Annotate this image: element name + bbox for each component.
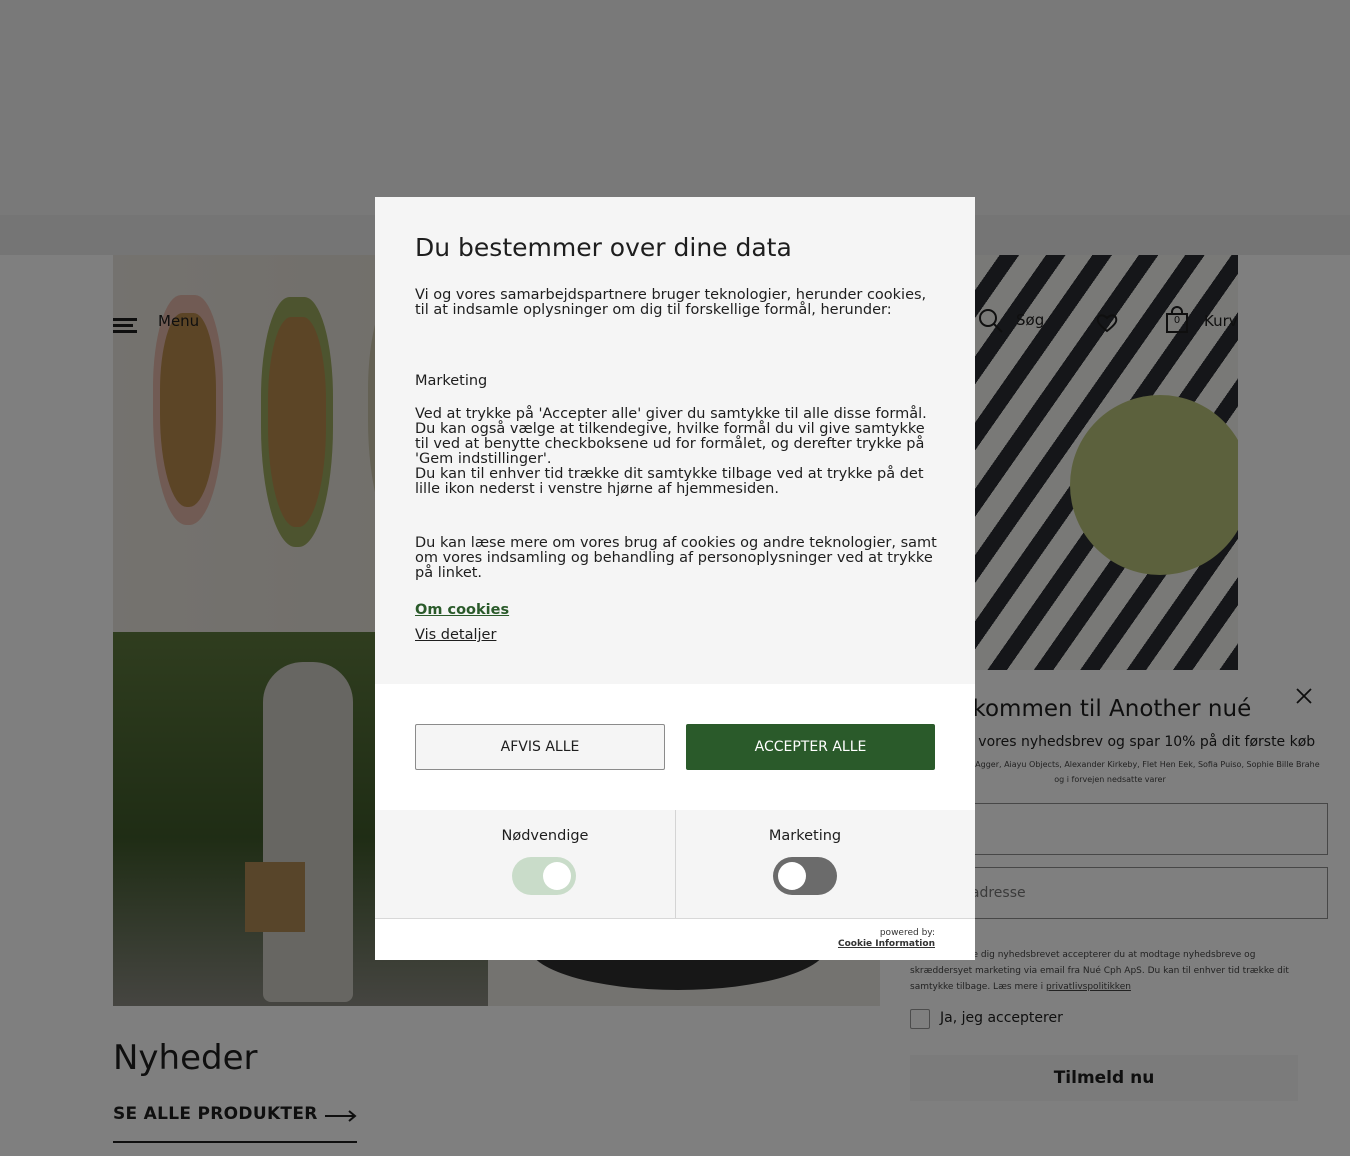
category-necessary: Nødvendige — [395, 810, 695, 918]
cookie-information-link[interactable]: Cookie Information — [838, 939, 935, 950]
category-marketing-label: Marketing — [768, 828, 842, 844]
powered-by: powered by: Cookie Information — [838, 928, 935, 950]
accept-all-button[interactable]: ACCEPTER ALLE — [686, 724, 935, 770]
cookie-footer: powered by: Cookie Information — [375, 918, 975, 960]
decline-all-button[interactable]: AFVIS ALLE — [415, 724, 665, 770]
category-necessary-label: Nødvendige — [501, 828, 589, 844]
about-cookies-link[interactable]: Om cookies — [415, 602, 509, 618]
category-marketing: Marketing — [655, 810, 955, 918]
cookie-intro: Vi og vores samarbejdspartnere bruger te… — [415, 287, 927, 318]
cookie-body-1: Ved at trykke på 'Accepter alle' giver d… — [415, 406, 927, 467]
cookie-body-2: Du kan til enhver tid trække dit samtykk… — [415, 466, 924, 497]
toggle-knob — [778, 862, 806, 890]
necessary-toggle — [512, 857, 576, 895]
show-details-link[interactable]: Vis detaljer — [415, 627, 496, 643]
cookie-body-3: Du kan læse mere om vores brug af cookie… — [415, 535, 937, 581]
cookie-title: Du bestemmer over dine data — [415, 233, 792, 262]
cookie-button-area: AFVIS ALLE ACCEPTER ALLE — [375, 684, 975, 810]
cookie-purpose: Marketing — [415, 373, 488, 389]
marketing-toggle[interactable] — [773, 857, 837, 895]
powered-by-label: powered by: — [879, 928, 935, 938]
toggle-knob — [543, 862, 571, 890]
cookie-consent-dialog: Du bestemmer over dine data Vi og vores … — [375, 197, 975, 960]
